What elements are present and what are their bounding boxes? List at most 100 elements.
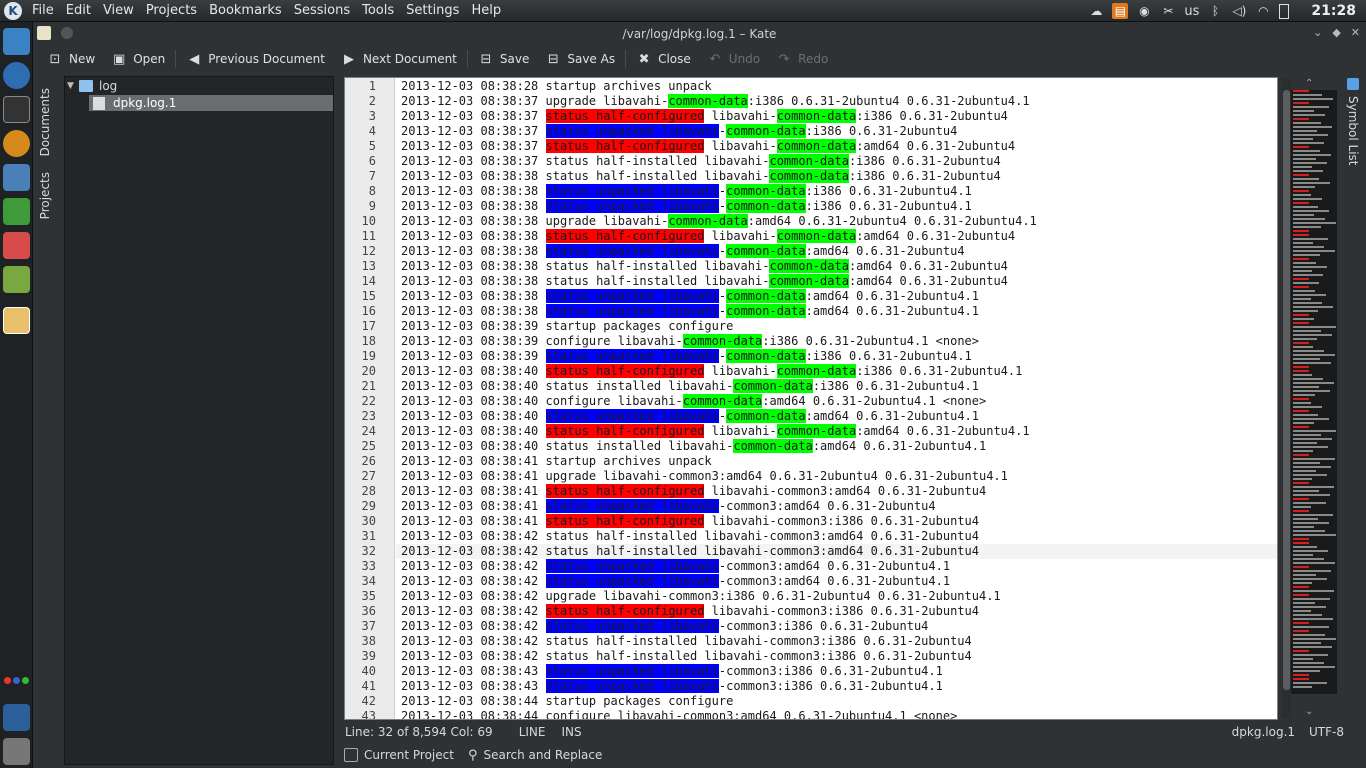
dock-trash-icon[interactable] [3, 738, 30, 765]
bluetooth-icon[interactable]: ᛒ [1207, 3, 1223, 19]
code-line[interactable]: 2013-12-03 08:38:38 status half-installe… [401, 274, 1008, 289]
wifi-icon[interactable]: ◠ [1255, 3, 1271, 19]
vertical-scrollbar[interactable] [1282, 78, 1291, 718]
code-line[interactable]: 2013-12-03 08:38:40 status installed lib… [401, 439, 986, 454]
code-line[interactable]: 2013-12-03 08:38:39 status unpacked liba… [401, 349, 972, 364]
save-as-button[interactable]: ⊟ Save As [537, 46, 623, 72]
close-document-button[interactable]: ✖ Close [628, 46, 699, 72]
dock-cards-icon[interactable] [3, 232, 30, 259]
tab-current-project[interactable]: Current Project [344, 748, 454, 762]
code-line[interactable]: 2013-12-03 08:38:42 status half-installe… [401, 529, 979, 544]
code-line[interactable]: 2013-12-03 08:38:38 status half-configur… [401, 229, 1015, 244]
volume-icon[interactable]: ◁) [1231, 3, 1247, 19]
minimize-icon[interactable]: ⌄ [1313, 26, 1322, 39]
code-line[interactable]: 2013-12-03 08:38:40 status half-configur… [401, 424, 1030, 439]
code-line[interactable]: 2013-12-03 08:38:42 status unpacked liba… [401, 559, 950, 574]
code-line[interactable]: 2013-12-03 08:38:42 upgrade libavahi-com… [401, 589, 1001, 604]
code-area[interactable]: 2013-12-03 08:38:28 startup archives unp… [401, 78, 1277, 719]
code-line[interactable]: 2013-12-03 08:38:38 upgrade libavahi-com… [401, 214, 1037, 229]
encoding-label[interactable]: UTF-8 [1309, 725, 1344, 739]
line-mode[interactable]: LINE [519, 725, 546, 739]
code-line[interactable]: 2013-12-03 08:38:40 configure libavahi-c… [401, 394, 986, 409]
dock-settings-icon[interactable] [3, 164, 30, 191]
code-line[interactable]: 2013-12-03 08:38:38 status unpacked liba… [401, 199, 972, 214]
code-line[interactable]: 2013-12-03 08:38:42 status half-installe… [401, 544, 979, 559]
scrollbar-thumb[interactable] [1283, 90, 1290, 690]
code-line[interactable]: 2013-12-03 08:38:38 status unpacked liba… [401, 244, 965, 259]
code-line[interactable]: 2013-12-03 08:38:41 upgrade libavahi-com… [401, 469, 1008, 484]
code-line[interactable]: 2013-12-03 08:38:41 status half-configur… [401, 514, 979, 529]
code-line[interactable]: 2013-12-03 08:38:41 status half-configur… [401, 484, 986, 499]
tab-documents[interactable]: Documents [38, 88, 52, 156]
maximize-icon[interactable]: ◆ [1332, 26, 1340, 39]
redo-button[interactable]: ↷ Redo [768, 46, 836, 72]
code-line[interactable]: 2013-12-03 08:38:38 status unpacked liba… [401, 184, 972, 199]
dock-games-icon[interactable] [3, 266, 30, 293]
dock-browser-icon[interactable] [3, 62, 30, 89]
save-button[interactable]: ⊟ Save [470, 46, 537, 72]
code-line[interactable]: 2013-12-03 08:38:37 status half-configur… [401, 109, 1008, 124]
window-app-icon[interactable] [37, 26, 51, 40]
code-line[interactable]: 2013-12-03 08:38:42 status half-installe… [401, 649, 972, 664]
menu-help[interactable]: Help [465, 0, 507, 22]
code-line[interactable]: 2013-12-03 08:38:38 status half-installe… [401, 259, 1008, 274]
code-line[interactable]: 2013-12-03 08:38:41 startup archives unp… [401, 454, 712, 469]
open-button[interactable]: ▣ Open [103, 46, 173, 72]
code-line[interactable]: 2013-12-03 08:38:38 status unpacked liba… [401, 304, 979, 319]
code-line[interactable]: 2013-12-03 08:38:42 status unpacked liba… [401, 574, 950, 589]
code-line[interactable]: 2013-12-03 08:38:37 status half-installe… [401, 154, 1001, 169]
code-line[interactable]: 2013-12-03 08:38:40 status unpacked liba… [401, 409, 979, 424]
minimap-up-arrow-icon[interactable]: ⌃ [1305, 78, 1313, 89]
tree-file-dpkg-log[interactable]: dpkg.log.1 [89, 95, 333, 111]
next-document-button[interactable]: ▶ Next Document [333, 46, 465, 72]
tree-folder-log[interactable]: ▼ log [67, 78, 333, 94]
kde-menu-icon[interactable]: K [0, 0, 26, 22]
code-line[interactable]: 2013-12-03 08:38:44 startup packages con… [401, 694, 733, 709]
dock-terminal-icon[interactable] [3, 96, 30, 123]
code-line[interactable]: 2013-12-03 08:38:39 startup packages con… [401, 319, 733, 334]
new-button[interactable]: ⊡ New [39, 46, 103, 72]
menu-view[interactable]: View [97, 0, 140, 22]
menu-settings[interactable]: Settings [400, 0, 465, 22]
menu-tools[interactable]: Tools [356, 0, 400, 22]
keyboard-layout[interactable]: us [1184, 3, 1199, 19]
tab-search-replace[interactable]: ⚲ Search and Replace [468, 748, 602, 763]
dock-desktop-icon[interactable] [3, 704, 30, 731]
undo-button[interactable]: ↶ Undo [699, 46, 768, 72]
menu-sessions[interactable]: Sessions [288, 0, 356, 22]
scissors-icon[interactable]: ✂ [1160, 3, 1176, 19]
close-window-icon[interactable]: ✕ [1351, 26, 1360, 39]
code-line[interactable]: 2013-12-03 08:38:42 status half-installe… [401, 634, 972, 649]
code-line[interactable]: 2013-12-03 08:38:44 configure libavahi-c… [401, 709, 957, 719]
tab-projects[interactable]: Projects [38, 172, 52, 219]
dock-qt-icon[interactable] [3, 198, 30, 225]
code-line[interactable]: 2013-12-03 08:38:43 status unpacked liba… [401, 679, 943, 694]
code-line[interactable]: 2013-12-03 08:38:41 status unpacked liba… [401, 499, 936, 514]
text-editor[interactable]: 1 2 3 4 5 6 7 8 9 10 11 12 13 14 15 16 17 18 19 20 21 22 23 24 2… [344, 77, 1278, 720]
code-line[interactable]: 2013-12-03 08:38:42 status half-configur… [401, 604, 979, 619]
weather-icon[interactable]: ☁ [1088, 3, 1104, 19]
code-line[interactable]: 2013-12-03 08:38:40 status half-configur… [401, 364, 1022, 379]
code-line[interactable]: 2013-12-03 08:38:42 status unpacked liba… [401, 619, 928, 634]
code-line[interactable]: 2013-12-03 08:38:43 status unpacked liba… [401, 664, 943, 679]
menu-bookmarks[interactable]: Bookmarks [203, 0, 288, 22]
chat-icon[interactable]: ◉ [1136, 3, 1152, 19]
dock-media-icon[interactable] [3, 130, 30, 157]
minimap-down-arrow-icon[interactable]: ⌄ [1305, 706, 1313, 717]
code-line[interactable]: 2013-12-03 08:38:40 status installed lib… [401, 379, 979, 394]
code-line[interactable]: 2013-12-03 08:38:37 upgrade libavahi-com… [401, 94, 1030, 109]
insert-mode[interactable]: INS [561, 725, 581, 739]
update-notifier-icon[interactable]: ▤ [1112, 3, 1129, 19]
menu-file[interactable]: File [26, 0, 60, 22]
code-line[interactable]: 2013-12-03 08:38:28 startup archives unp… [401, 79, 712, 94]
clock[interactable]: 21:28 [1311, 3, 1356, 19]
code-line[interactable]: 2013-12-03 08:38:38 status unpacked liba… [401, 289, 979, 304]
code-line[interactable]: 2013-12-03 08:38:37 status half-configur… [401, 139, 1015, 154]
menu-edit[interactable]: Edit [60, 0, 97, 22]
dock-launcher-icon[interactable] [3, 28, 30, 55]
code-line[interactable]: 2013-12-03 08:38:38 status half-installe… [401, 169, 1001, 184]
tab-symbol-list[interactable]: Symbol List [1346, 96, 1360, 166]
window-menu-icon[interactable] [61, 27, 73, 39]
menu-projects[interactable]: Projects [140, 0, 203, 22]
dock-kate-icon[interactable] [3, 307, 30, 334]
